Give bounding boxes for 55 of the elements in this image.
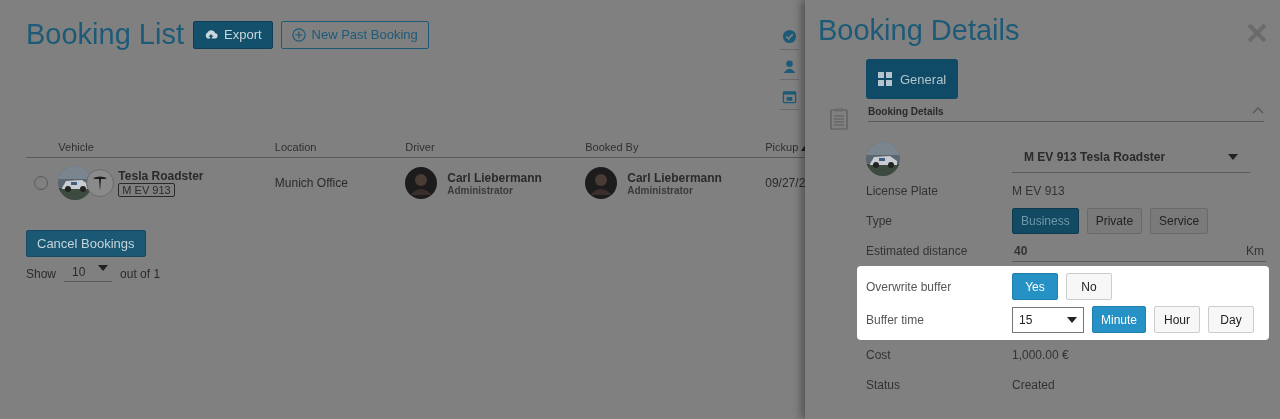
avatar-icon	[585, 167, 618, 199]
plus-circle-icon	[291, 27, 306, 42]
option-button[interactable]: Hour	[1154, 306, 1201, 333]
field-value: Created	[1012, 378, 1056, 392]
new-booking-button[interactable]: New Past Booking	[280, 20, 429, 49]
option-button[interactable]: Business	[1012, 208, 1079, 234]
field-label: Estimated distance	[866, 244, 969, 258]
option-button[interactable]: Yes	[1012, 273, 1058, 300]
avatar-icon	[405, 167, 438, 199]
field-label: Cost	[866, 348, 892, 362]
table-cell: 09/27/2	[765, 157, 805, 208]
show-label: Show	[26, 266, 57, 281]
field-value: M EV 913	[1012, 184, 1066, 198]
page-count: out of 1	[120, 266, 161, 281]
page-title: Booking List	[26, 18, 184, 51]
vehicle-select[interactable]: M EV 913 Tesla Roadster	[1012, 145, 1250, 173]
person-role: Administrator	[447, 184, 514, 196]
drawer-title: Booking Details	[818, 14, 1020, 47]
clipboard-icon	[830, 108, 848, 130]
column-header[interactable]: Driver	[405, 141, 586, 158]
cloud-upload-icon	[204, 27, 218, 42]
option-button[interactable]: Minute	[1092, 306, 1147, 333]
column-header[interactable]: Location	[274, 141, 406, 158]
license-plate: M EV 913	[118, 183, 175, 197]
export-button[interactable]: Export	[193, 20, 273, 49]
field-label: Buffer time	[866, 312, 925, 327]
person-name: Carl Liebermann	[447, 170, 542, 185]
section-header[interactable]: Booking Details	[868, 103, 1264, 122]
buffer-select[interactable]: 15	[1012, 306, 1084, 333]
caret-icon	[1228, 153, 1238, 160]
vehicle-name: Tesla Roadster	[118, 169, 204, 183]
field-label: Overwrite buffer	[866, 279, 953, 294]
option-button[interactable]: Service	[1150, 208, 1209, 234]
option-button[interactable]: Day	[1208, 306, 1255, 333]
column-header[interactable]: Pickup	[765, 141, 805, 158]
column-header[interactable]: Vehicle	[58, 141, 275, 158]
grid-icon	[878, 72, 892, 86]
field-label: Status	[866, 378, 902, 392]
caret-icon	[1067, 316, 1077, 323]
distance-field[interactable]: 40 Km	[1012, 240, 1266, 262]
field-value: 1,000.00 €	[1012, 348, 1070, 362]
person-role: Administrator	[627, 184, 694, 196]
page-size-select[interactable]: 10	[64, 265, 113, 282]
cancel-bookings-button[interactable]: Cancel Bookings	[26, 230, 146, 257]
field-label: License Plate	[866, 184, 940, 198]
person-name: Carl Liebermann	[627, 170, 722, 185]
option-button[interactable]: Private	[1086, 208, 1143, 234]
caret-icon	[98, 265, 109, 271]
field-label: Type	[866, 214, 893, 228]
option-button[interactable]: No	[1066, 273, 1112, 300]
car-logo-icon	[86, 169, 115, 197]
chevron-icon	[1252, 106, 1264, 114]
column-header[interactable]: Booked By	[585, 141, 766, 158]
tab[interactable]: General	[866, 59, 959, 99]
table-cell: Munich Office	[274, 157, 406, 208]
